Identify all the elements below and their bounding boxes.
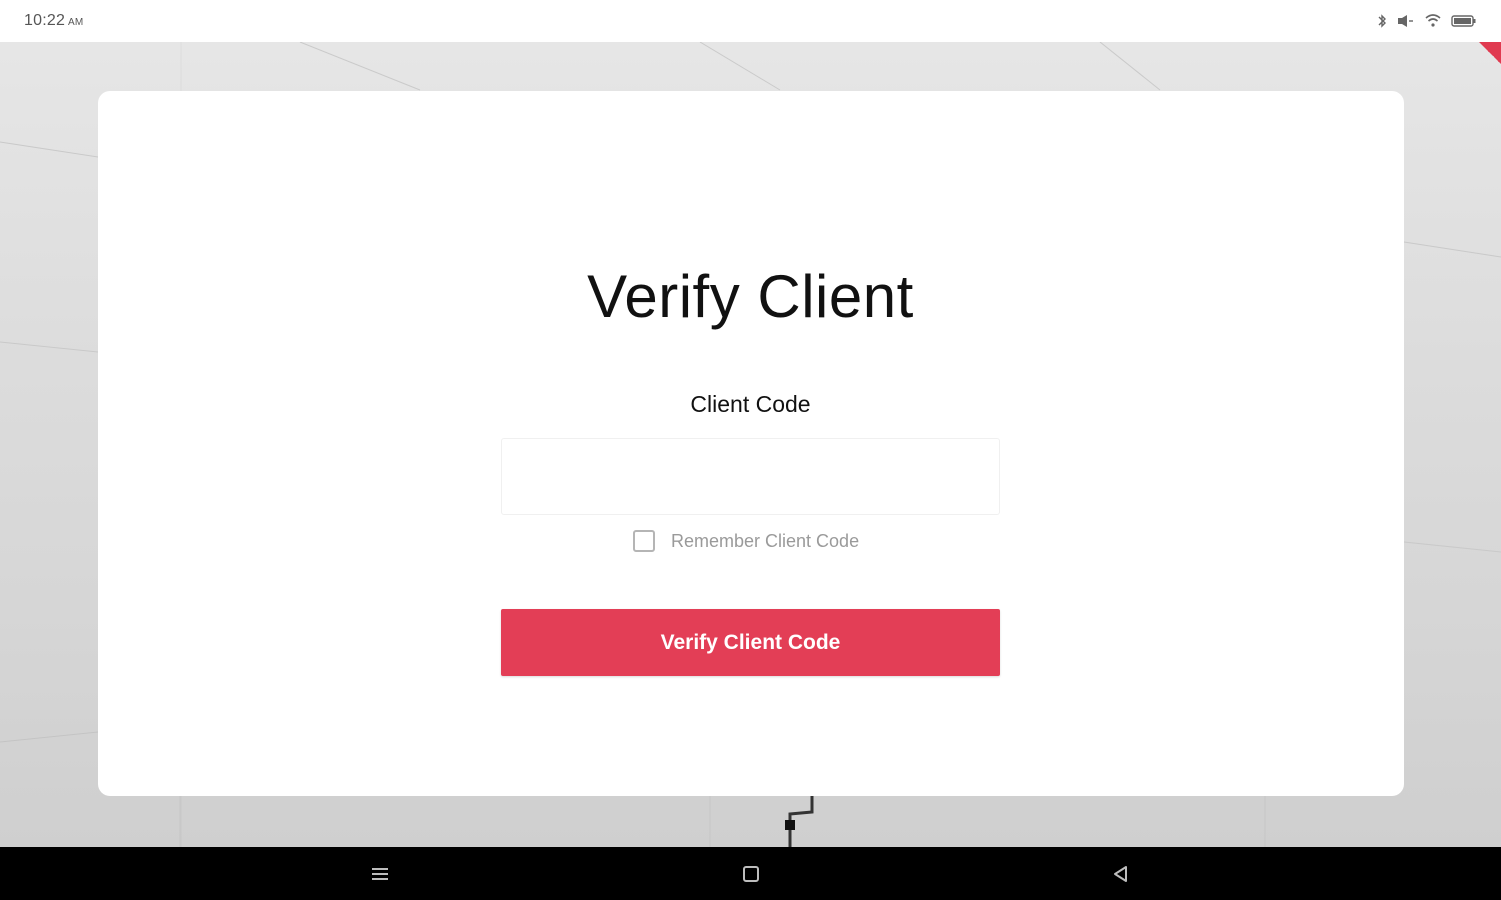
- page-title: Verify Client: [587, 263, 914, 330]
- battery-icon: [1451, 14, 1477, 28]
- bluetooth-icon: [1377, 14, 1387, 28]
- status-icons: [1377, 14, 1477, 28]
- navigation-bar: [0, 847, 1501, 900]
- remember-label: Remember Client Code: [671, 530, 860, 551]
- status-time-ampm: AM: [68, 17, 84, 28]
- vibrate-icon: [1397, 14, 1415, 28]
- menu-icon[interactable]: [367, 861, 393, 887]
- status-time: 10:22 AM: [24, 12, 83, 30]
- client-code-input[interactable]: [501, 438, 1000, 515]
- home-icon[interactable]: [738, 861, 764, 887]
- client-code-label: Client Code: [690, 391, 811, 417]
- verify-client-code-button[interactable]: Verify Client Code: [501, 609, 1000, 676]
- wifi-icon: [1425, 14, 1441, 28]
- app-screen: 10:22 AM Verify Client Client Code Remem…: [0, 0, 1501, 900]
- status-bar: 10:22 AM: [0, 0, 1501, 42]
- remember-client-code-toggle[interactable]: Remember Client Code: [633, 530, 859, 552]
- back-icon[interactable]: [1108, 861, 1134, 887]
- remember-checkbox[interactable]: [633, 530, 655, 552]
- status-time-value: 10:22: [24, 12, 66, 29]
- corner-accent: [1479, 42, 1501, 64]
